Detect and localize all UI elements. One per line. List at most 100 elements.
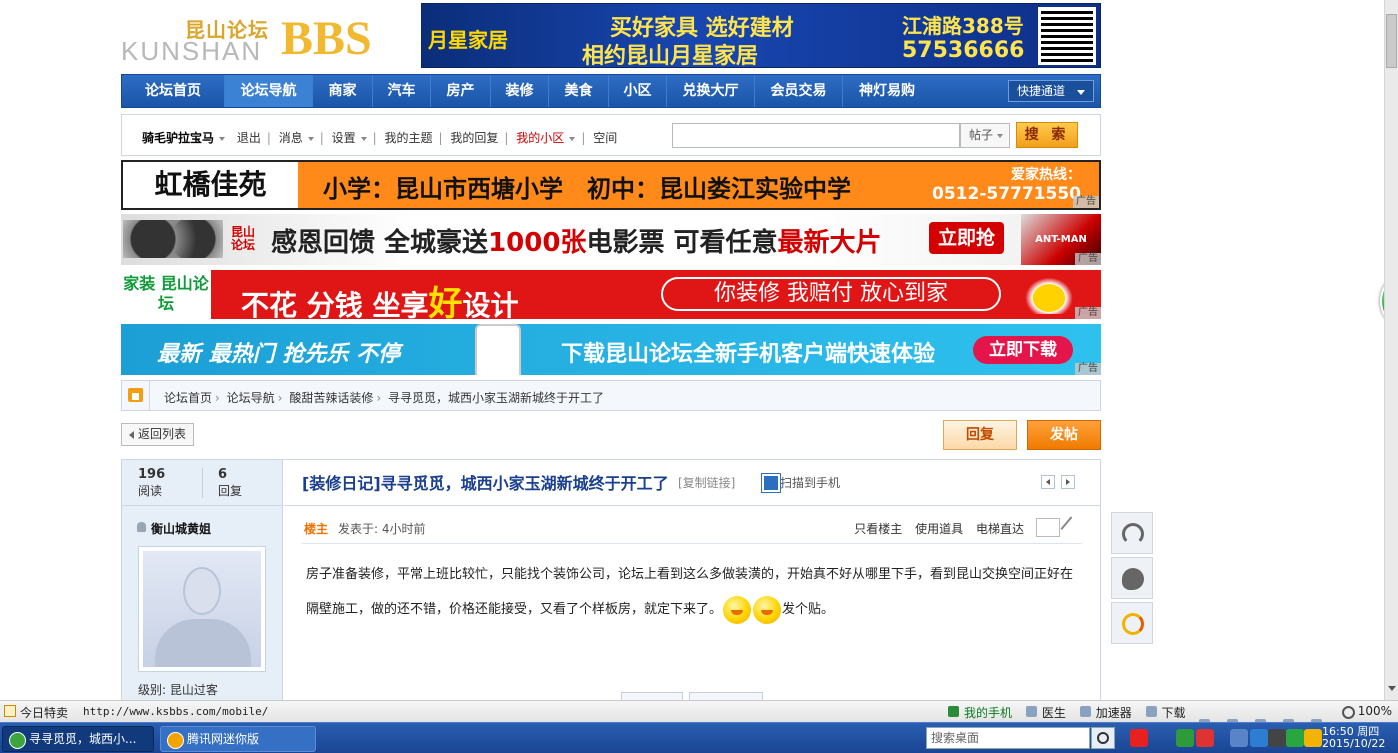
search-input[interactable] xyxy=(672,123,960,148)
ad1-tel: 0512-57771550 xyxy=(932,184,1081,204)
back-to-list-button[interactable]: 返回列表 xyxy=(121,423,194,446)
desktop-search-input[interactable]: 搜索桌面 xyxy=(926,727,1090,749)
nav-item-community[interactable]: 小区 xyxy=(609,75,667,107)
breadcrumb-item[interactable]: 论坛导航 xyxy=(227,391,275,405)
customer-service-button[interactable] xyxy=(1111,512,1153,554)
post-action-tab[interactable] xyxy=(689,692,763,700)
new-post-button[interactable]: 发帖 xyxy=(1027,420,1101,450)
search-button[interactable]: 搜 索 xyxy=(1016,122,1078,148)
top-banner-ad[interactable]: 月星家居 买好家具 选好建材 相约昆山月星家居 江浦路388号 57536666 xyxy=(421,3,1101,68)
doctor-button[interactable]: 医生 xyxy=(1025,704,1066,721)
nav-item-shendeng[interactable]: 神灯易购 xyxy=(843,75,931,107)
breadcrumb-current[interactable]: 寻寻觅觅，城西小家玉湖新城终于开工了 xyxy=(388,391,604,405)
chevron-down-icon[interactable] xyxy=(219,136,226,141)
scroll-down-icon[interactable] xyxy=(1388,686,1396,691)
copy-link-button[interactable]: [复制链接] xyxy=(678,474,735,491)
scrollbar-thumb[interactable] xyxy=(1386,14,1397,68)
ad1-hotline: 爱家热线： xyxy=(1011,167,1081,183)
ad-banner-movie[interactable]: 昆山论坛 感恩回馈 全城豪送1000张电影票 可看任意最新大片 立即抢 ANT-… xyxy=(121,214,1101,265)
settings-link[interactable]: 设置 xyxy=(332,131,356,145)
wechat-button[interactable] xyxy=(1111,557,1153,599)
tray-app-icon[interactable] xyxy=(1176,729,1194,747)
nav-item-cars[interactable]: 汽车 xyxy=(373,75,431,107)
taskbar-clock[interactable]: 16:50 周四 2015/10/22 xyxy=(1322,726,1385,750)
my-replies-link[interactable]: 我的回复 xyxy=(450,131,498,145)
weibo-button[interactable] xyxy=(1111,602,1153,644)
site-logo[interactable]: 昆山论坛 KUNSHAN BBS xyxy=(121,12,401,67)
chevron-down-icon[interactable] xyxy=(360,136,367,141)
ad-banner-app[interactable]: 最新 最热门 抢先乐 不停 下载昆山论坛全新手机客户端快速体验 立即下载 广告 xyxy=(121,324,1101,375)
messages-link[interactable]: 消息 xyxy=(279,131,303,145)
use-tool-link[interactable]: 使用道具 xyxy=(915,522,963,536)
accelerator-button[interactable]: 加速器 xyxy=(1079,704,1132,721)
next-thread-icon[interactable] xyxy=(1061,475,1075,489)
breadcrumb-item[interactable]: 论坛首页 xyxy=(164,391,212,405)
ad3-big: 好 xyxy=(428,284,463,319)
chevron-down-icon xyxy=(997,133,1004,138)
floor-jump-link[interactable]: 电梯直达 xyxy=(976,522,1024,536)
username-link[interactable]: 骑毛驴拉宝马 xyxy=(142,131,214,145)
taskbar-item-browser[interactable]: 寻寻觅觅，城西小... xyxy=(2,726,154,752)
download-button[interactable]: 下载 xyxy=(1145,704,1186,721)
thread-titlebar: [装修日记]寻寻觅觅，城西小家玉湖新城终于开工了 [复制链接] 扫描到手机 xyxy=(284,460,1100,506)
space-link[interactable]: 空间 xyxy=(593,131,617,145)
logout-link[interactable]: 退出 xyxy=(237,131,261,145)
thread-stats: 196 阅读 6 回复 xyxy=(122,460,283,506)
main-nav: 论坛首页 论坛导航 商家 汽车 房产 装修 美食 小区 兑换大厅 会员交易 神灯… xyxy=(121,74,1101,108)
logo-bbs-text: BBS xyxy=(281,12,372,65)
ad4-text1: 最新 最热门 抢先乐 不停 xyxy=(157,342,400,367)
only-owner-link[interactable]: 只看楼主 xyxy=(854,522,902,536)
search-type-select[interactable]: 帖子 xyxy=(960,123,1010,148)
post-time: 发表于: 4小时前 xyxy=(338,522,426,536)
my-phone-button[interactable]: 我的手机 xyxy=(948,704,1012,721)
network-icon[interactable] xyxy=(1230,729,1248,747)
ad-banner-decoration[interactable]: 家装 昆山论坛 不花 分钱 坐享好设计 你装修 我赔付 放心到家 广告 xyxy=(121,270,1101,319)
breadcrumb: 论坛首页 › 论坛导航 › 酸甜苦辣话装修 › 寻寻觅觅，城西小家玉湖新城终于开工了 xyxy=(121,380,1101,411)
author-level: 级别: 昆山过客 xyxy=(138,683,218,697)
home-icon[interactable] xyxy=(122,381,150,410)
chevron-down-icon[interactable] xyxy=(569,136,576,141)
avatar[interactable] xyxy=(138,546,266,672)
ad4-download-button[interactable]: 立即下载 xyxy=(973,336,1073,364)
tray-app-icon[interactable] xyxy=(1250,729,1268,747)
nav-item-food[interactable]: 美食 xyxy=(549,75,609,107)
zoom-level[interactable]: 100% xyxy=(1341,704,1392,719)
chevron-down-icon[interactable] xyxy=(307,136,314,141)
nav-item-exchange[interactable]: 兑换大厅 xyxy=(667,75,755,107)
ad2-text-a: 感恩回馈 全城豪送 xyxy=(271,228,489,258)
nav-item-guide[interactable]: 论坛导航 xyxy=(225,75,313,107)
author-name[interactable]: 衡山城黄姐 xyxy=(137,520,211,537)
sogou-icon[interactable] xyxy=(1130,729,1148,747)
nav-item-merchants[interactable]: 商家 xyxy=(313,75,373,107)
banner-phone: 57536666 xyxy=(902,38,1025,63)
ad3-home-logo: 家装 昆山论坛 xyxy=(123,274,209,313)
floor-jump-input[interactable] xyxy=(1036,518,1060,537)
my-threads-link[interactable]: 我的主题 xyxy=(385,131,433,145)
ad2-grab-button[interactable]: 立即抢 xyxy=(929,222,1004,254)
reply-button[interactable]: 回复 xyxy=(943,420,1017,450)
wrench-icon[interactable] xyxy=(1060,516,1082,538)
search-icon[interactable] xyxy=(1091,727,1115,749)
tray-app-icon[interactable] xyxy=(1304,729,1322,747)
breadcrumb-item[interactable]: 酸甜苦辣话装修 xyxy=(289,391,373,405)
taskbar-item-qq-news[interactable]: 腾讯网迷你版 xyxy=(160,726,316,752)
prev-thread-icon[interactable] xyxy=(1041,475,1055,489)
tray-app-icon[interactable] xyxy=(1268,729,1286,747)
nav-item-home[interactable]: 论坛首页 xyxy=(122,75,225,107)
qr-code-icon xyxy=(1038,7,1096,65)
tray-app-icon[interactable] xyxy=(1196,729,1214,747)
ad-banner-hongqiao[interactable]: 虹橋佳苑 小学：昆山市西塘小学 初中：昆山娄江实验中学 爱家热线： 0512-5… xyxy=(121,160,1101,210)
nav-item-property[interactable]: 房产 xyxy=(431,75,491,107)
thread-title: [装修日记]寻寻觅觅，城西小家玉湖新城终于开工了 xyxy=(302,474,669,493)
post-action-tab[interactable] xyxy=(621,692,683,700)
nav-item-member-trade[interactable]: 会员交易 xyxy=(755,75,843,107)
nav-item-decoration[interactable]: 装修 xyxy=(491,75,549,107)
quick-access-dropdown[interactable]: 快捷通道 xyxy=(1008,80,1094,102)
today-deals-link[interactable]: 今日特卖 xyxy=(20,704,68,721)
ad-tag: 广告 xyxy=(1073,196,1099,208)
shield-icon[interactable] xyxy=(1286,729,1304,747)
scan-to-phone-button[interactable]: 扫描到手机 xyxy=(760,473,840,493)
vertical-scrollbar[interactable] xyxy=(1384,0,1398,700)
owner-tag: 楼主 xyxy=(304,522,329,536)
my-community-link[interactable]: 我的小区 xyxy=(516,131,564,145)
